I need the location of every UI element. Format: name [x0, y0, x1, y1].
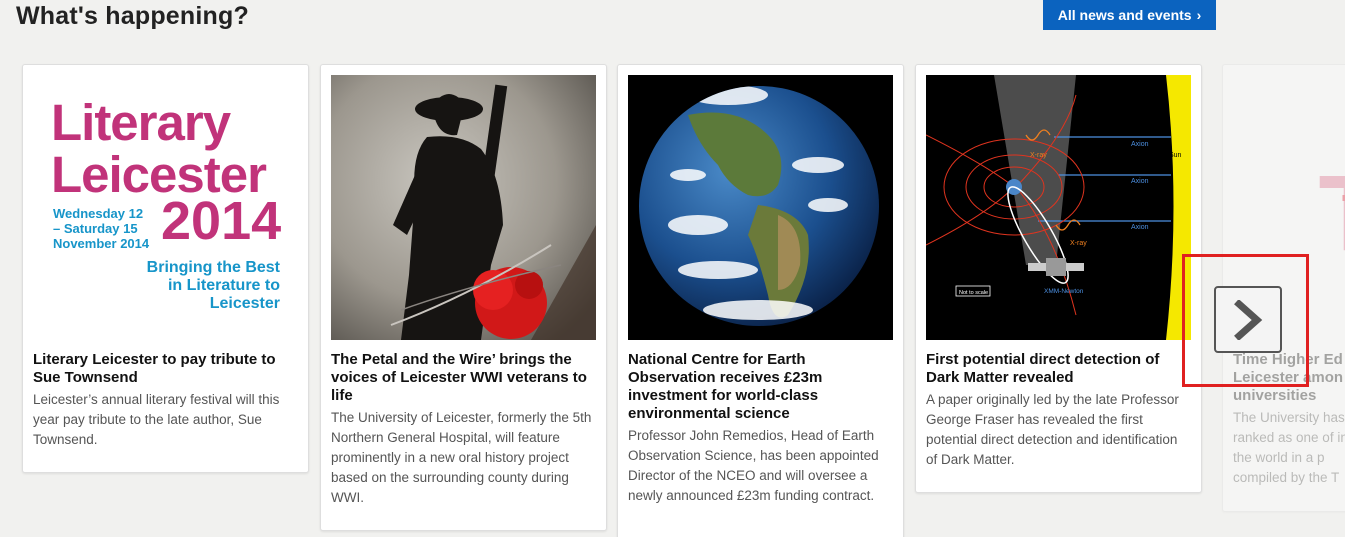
card-summary: The University of Leicester, formerly th… [331, 410, 592, 505]
card-summary: Leicester’s annual literary festival wil… [33, 392, 280, 447]
axion-label-1: Axion [1131, 141, 1149, 148]
satellite-label: XMM-Newton [1044, 288, 1084, 295]
all-news-button[interactable]: All news and events › [1043, 0, 1216, 30]
dates-line-1: Wednesday 12 [53, 206, 144, 221]
festival-tagline: Bringing the Best in Literature to Leice… [147, 259, 280, 313]
card-title[interactable]: First potential direct detection of Dark… [926, 351, 1191, 387]
card-title[interactable]: Time Higher Ed Leicester amon universiti… [1233, 351, 1345, 405]
axion-label-2: Axion [1131, 178, 1149, 185]
card-title[interactable]: Literary Leicester to pay tribute to Sue… [33, 351, 298, 387]
news-card-earth-observation[interactable]: National Centre for Earth Observation re… [617, 64, 904, 537]
earth-globe-image[interactable] [628, 75, 893, 340]
carousel-next-button[interactable] [1214, 286, 1282, 353]
logo-line-1: Literary [51, 94, 231, 151]
sun-label: Sun [1169, 152, 1182, 159]
xray-label-1: X-ray [1030, 152, 1047, 159]
literary-leicester-image[interactable]: Literary Leicester Wednesday 12 – Saturd… [33, 75, 298, 340]
festival-dates: Wednesday 12 – Saturday 15 November 2014 [53, 206, 149, 251]
festival-year: 2014 [161, 191, 282, 251]
chevron-right-icon [1234, 299, 1263, 340]
tag-line-3: Leicester [209, 295, 280, 312]
card-summary: Professor John Remedios, Head of Earth O… [628, 428, 879, 503]
card-summary: A paper originally led by the late Profe… [926, 392, 1179, 467]
tag-line-1: Bringing the Best [146, 259, 280, 276]
card-summary: The University has ranked as one of in t… [1233, 410, 1345, 485]
dates-line-3: November 2014 [53, 236, 150, 251]
tag-line-2: in Literature to [167, 277, 280, 294]
news-card-dark-matter[interactable]: Sun Axion Axion Axion X-ray X-ray XMM-Ne… [915, 64, 1202, 493]
axion-label-3: Axion [1131, 224, 1149, 231]
scale-note: Not to scale [959, 290, 988, 296]
card-title[interactable]: The Petal and the Wire’ brings the voice… [331, 351, 596, 405]
card-title[interactable]: National Centre for Earth Observation re… [628, 351, 893, 423]
news-card-literary-leicester[interactable]: Literary Leicester Wednesday 12 – Saturd… [22, 64, 309, 473]
the-logo-text: TH [1319, 152, 1345, 273]
xray-label-2: X-ray [1070, 240, 1087, 247]
page-title: What's happening? [16, 2, 249, 30]
dark-matter-diagram-image[interactable]: Sun Axion Axion Axion X-ray X-ray XMM-Ne… [926, 75, 1191, 340]
soldier-silhouette-image[interactable] [331, 75, 596, 340]
dates-line-2: – Saturday 15 [53, 221, 138, 236]
all-news-label: All news and events [1057, 7, 1192, 23]
chevron-right-icon: › [1196, 7, 1202, 23]
news-card-petal-and-wire[interactable]: The Petal and the Wire’ brings the voice… [320, 64, 607, 531]
literary-logo-text: Literary Leicester [51, 94, 267, 201]
